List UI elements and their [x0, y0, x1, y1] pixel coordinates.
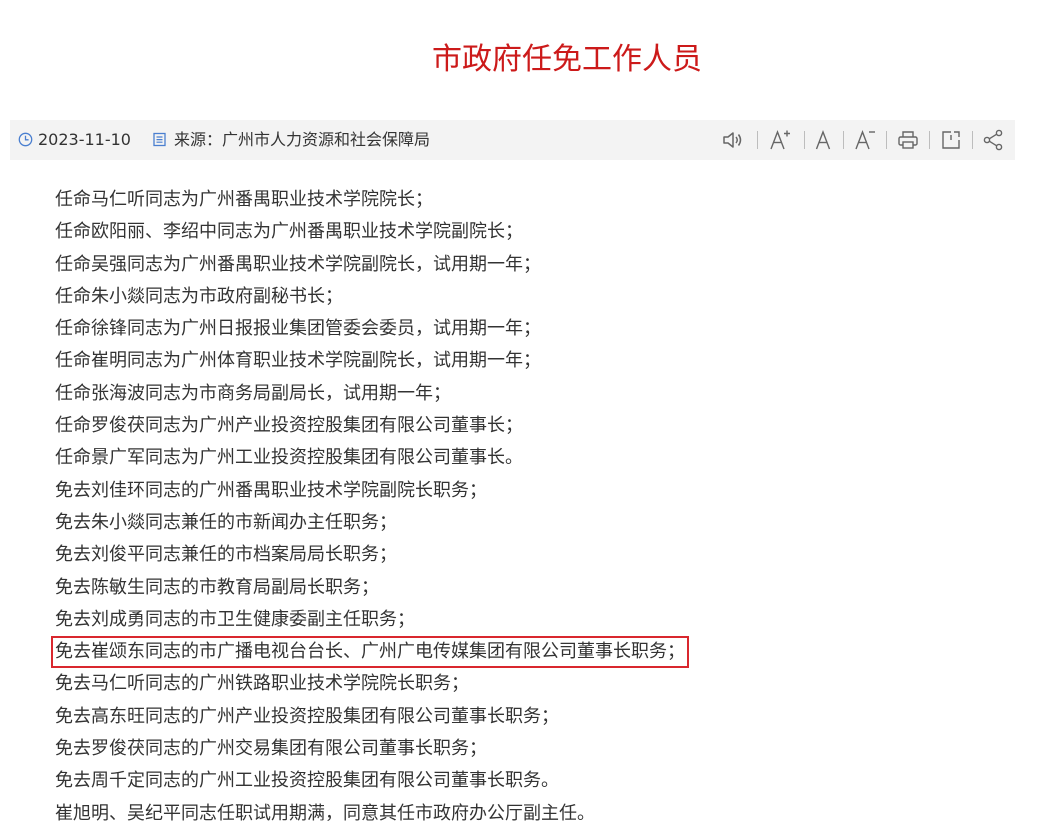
content-line: 任命吴强同志为广州番禺职业技术学院副院长，试用期一年；: [55, 253, 541, 275]
document-icon: [152, 132, 167, 147]
article-toolbar: 2023-11-10 来源：广州市人力资源和社会保障局: [10, 120, 1015, 160]
toolbar-divider: [804, 131, 805, 149]
content-line: 免去刘俊平同志兼任的市档案局局长职务；: [55, 544, 397, 566]
content-line: 崔旭明、吴纪平同志任职试用期满，同意其任市政府办公厅副主任。: [55, 802, 595, 824]
content-line: 任命欧阳丽、李绍中同志为广州番禺职业技术学院副院长；: [55, 221, 523, 243]
content-line: 免去罗俊茯同志的广州交易集团有限公司董事长职务；: [55, 738, 487, 760]
font-increase-icon[interactable]: [768, 128, 792, 152]
content-line: 任命马仁听同志为广州番禺职业技术学院院长；: [55, 189, 433, 210]
content-line: 任命徐锋同志为广州日报报业集团管委会委员，试用期一年；: [55, 318, 541, 340]
content-line: 任命罗俊茯同志为广州产业投资控股集团有限公司董事长；: [55, 415, 523, 437]
font-default-icon[interactable]: [811, 128, 835, 152]
content-line: 任命景广军同志为广州工业投资控股集团有限公司董事长。: [55, 447, 523, 469]
speaker-icon[interactable]: [721, 128, 745, 152]
page-title: 市政府任免工作人员: [432, 42, 702, 77]
font-decrease-icon[interactable]: [853, 128, 877, 152]
content-line: 任命崔明同志为广州体育职业技术学院副院长，试用期一年；: [55, 350, 541, 372]
content-line: 免去高东旺同志的广州产业投资控股集团有限公司董事长职务；: [55, 705, 559, 727]
content-line: 免去陈敏生同志的市教育局副局长职务；: [55, 576, 379, 598]
content-line: 任命张海波同志为市商务局副局长，试用期一年；: [55, 382, 451, 404]
article-source: 来源：广州市人力资源和社会保障局: [174, 130, 431, 149]
publish-date: 2023-11-10: [38, 130, 131, 149]
share-icon[interactable]: [981, 128, 1005, 152]
content-line: 免去刘成勇同志的市卫生健康委副主任职务；: [55, 608, 415, 630]
highlighted-content-line: 免去崔颂东同志的市广播电视台台长、广州广电传媒集团有限公司董事长职务；: [51, 636, 689, 669]
article-body: 任命马仁听同志为广州番禺职业技术学院院长； 任命欧阳丽、李绍中同志为广州番禺职业…: [51, 184, 1015, 830]
toolbar-divider: [929, 131, 930, 149]
content-line: 免去刘佳环同志的广州番禺职业技术学院副院长职务；: [55, 479, 487, 501]
content-line: 免去朱小燚同志兼任的市新闻办主任职务；: [55, 511, 397, 533]
content-line: 任命朱小燚同志为市政府副秘书长；: [55, 285, 343, 307]
print-icon[interactable]: [896, 128, 920, 152]
toolbar-divider: [843, 131, 844, 149]
export-icon[interactable]: [939, 128, 963, 152]
toolbar-divider: [757, 131, 758, 149]
content-line: 免去马仁听同志的广州铁路职业技术学院院长职务；: [55, 673, 469, 695]
content-line: 免去周千定同志的广州工业投资控股集团有限公司董事长职务。: [55, 770, 559, 792]
clock-icon: [18, 132, 33, 147]
toolbar-divider: [886, 131, 887, 149]
toolbar-divider: [972, 131, 973, 149]
